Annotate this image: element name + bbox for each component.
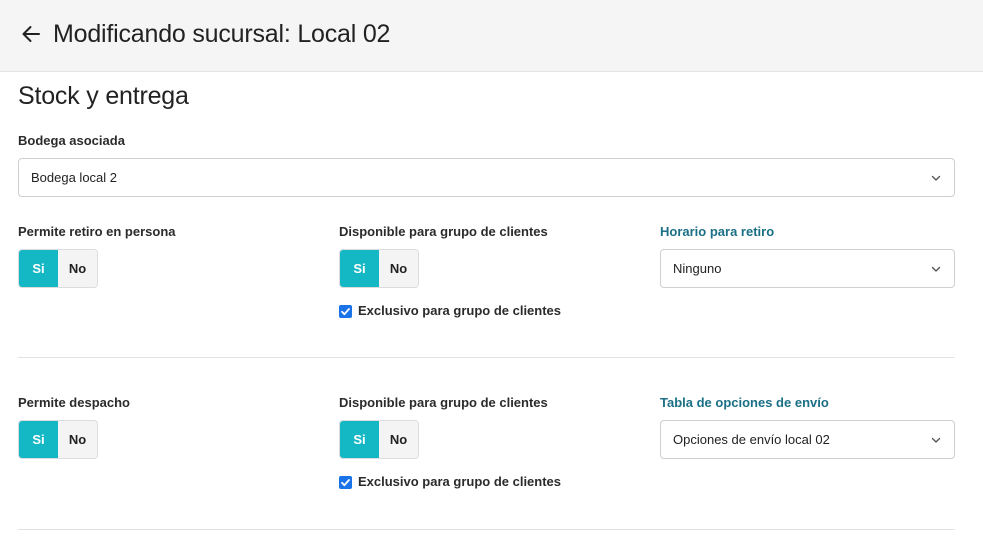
shipping-exclusive-label: Exclusivo para grupo de clientes [358,474,562,489]
pickup-schedule-label: Horario para retiro [660,224,775,239]
pickup-exclusive-checkbox[interactable]: Exclusivo para grupo de clientes [339,303,561,319]
pickup-schedule-select[interactable]: Ninguno [660,249,955,288]
shipping-toggle-yes[interactable]: Si [19,421,58,458]
shipping-group-label: Disponible para grupo de clientes [339,395,548,410]
page-title: Modificando sucursal: Local 02 [53,20,391,48]
warehouse-label: Bodega asociada [18,133,125,148]
back-button[interactable] [18,20,44,48]
shipping-group-toggle-yes[interactable]: Si [340,421,379,458]
pickup-label: Permite retiro en persona [18,224,176,239]
shipping-group-toggle: Si No [339,420,419,459]
shipping-exclusive-checkbox[interactable]: Exclusivo para grupo de clientes [339,474,561,490]
shipping-group-toggle-no[interactable]: No [379,421,418,458]
shipping-label: Permite despacho [18,395,130,410]
chevron-down-icon [931,175,941,181]
checkbox-box[interactable] [339,304,352,318]
warehouse-select[interactable]: Bodega local 2 [18,158,955,197]
shipping-toggle-no[interactable]: No [58,421,97,458]
pickup-group-toggle-no[interactable]: No [379,250,418,287]
chevron-down-icon [931,437,941,443]
header-bar: Modificando sucursal: Local 02 [0,0,983,72]
arrow-left-icon [22,26,40,42]
chevron-down-icon [931,266,941,272]
pickup-exclusive-label: Exclusivo para grupo de clientes [358,303,562,318]
pickup-toggle: Si No [18,249,98,288]
pickup-toggle-yes[interactable]: Si [19,250,58,287]
pickup-schedule-value: Ninguno [673,261,722,276]
pickup-group-toggle-yes[interactable]: Si [340,250,379,287]
pickup-group-toggle: Si No [339,249,419,288]
shipping-toggle: Si No [18,420,98,459]
shipping-options-value: Opciones de envío local 02 [673,432,830,447]
section-divider [18,529,955,530]
shipping-options-select[interactable]: Opciones de envío local 02 [660,420,955,459]
checkmark-icon [341,478,350,486]
section-title: Stock y entrega [18,82,189,110]
pickup-group-label: Disponible para grupo de clientes [339,224,548,239]
shipping-options-label: Tabla de opciones de envío [660,395,829,410]
section-divider [18,357,955,358]
checkmark-icon [341,307,350,315]
warehouse-select-value: Bodega local 2 [31,170,118,185]
checkbox-box[interactable] [339,475,352,489]
pickup-toggle-no[interactable]: No [58,250,97,287]
